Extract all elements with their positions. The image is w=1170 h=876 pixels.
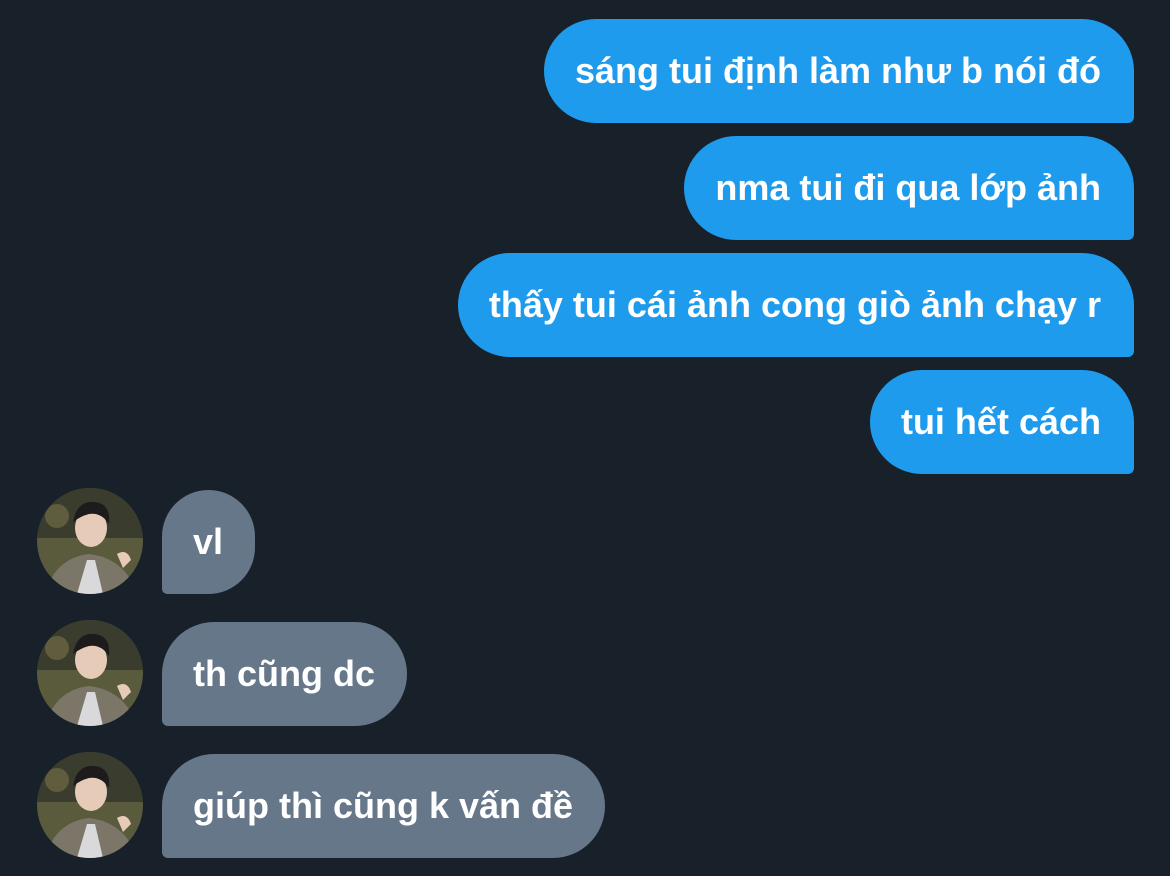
message-text: th cũng dc xyxy=(193,653,375,694)
user-photo-avatar[interactable] xyxy=(37,620,143,726)
message-text: nma tui đi qua lớp ảnh xyxy=(715,167,1101,208)
outgoing-message-bubble[interactable]: nma tui đi qua lớp ảnh xyxy=(684,136,1134,240)
user-photo-avatar[interactable] xyxy=(37,752,143,858)
message-text: giúp thì cũng k vấn đề xyxy=(193,785,574,826)
avatar-photo-icon xyxy=(37,488,143,594)
outgoing-message-bubble[interactable]: sáng tui định làm như b nói đó xyxy=(543,19,1134,123)
incoming-message-bubble[interactable]: th cũng dc xyxy=(162,622,407,726)
user-photo-avatar[interactable] xyxy=(37,488,143,594)
avatar-photo-icon xyxy=(37,620,143,726)
message-text: vl xyxy=(193,521,224,562)
incoming-message-bubble[interactable]: vl xyxy=(162,490,256,594)
message-text: tui hết cách xyxy=(900,401,1101,442)
incoming-message-bubble[interactable]: giúp thì cũng k vấn đề xyxy=(162,754,606,858)
message-text: sáng tui định làm như b nói đó xyxy=(574,50,1101,91)
outgoing-message-bubble[interactable]: tui hết cách xyxy=(869,370,1134,474)
avatar-photo-icon xyxy=(37,752,143,858)
outgoing-message-bubble[interactable]: thấy tui cái ảnh cong giò ảnh chạy r xyxy=(457,253,1134,357)
chat-thread: sáng tui định làm như b nói đó nma tui đ… xyxy=(0,0,1170,876)
message-text: thấy tui cái ảnh cong giò ảnh chạy r xyxy=(488,284,1101,325)
